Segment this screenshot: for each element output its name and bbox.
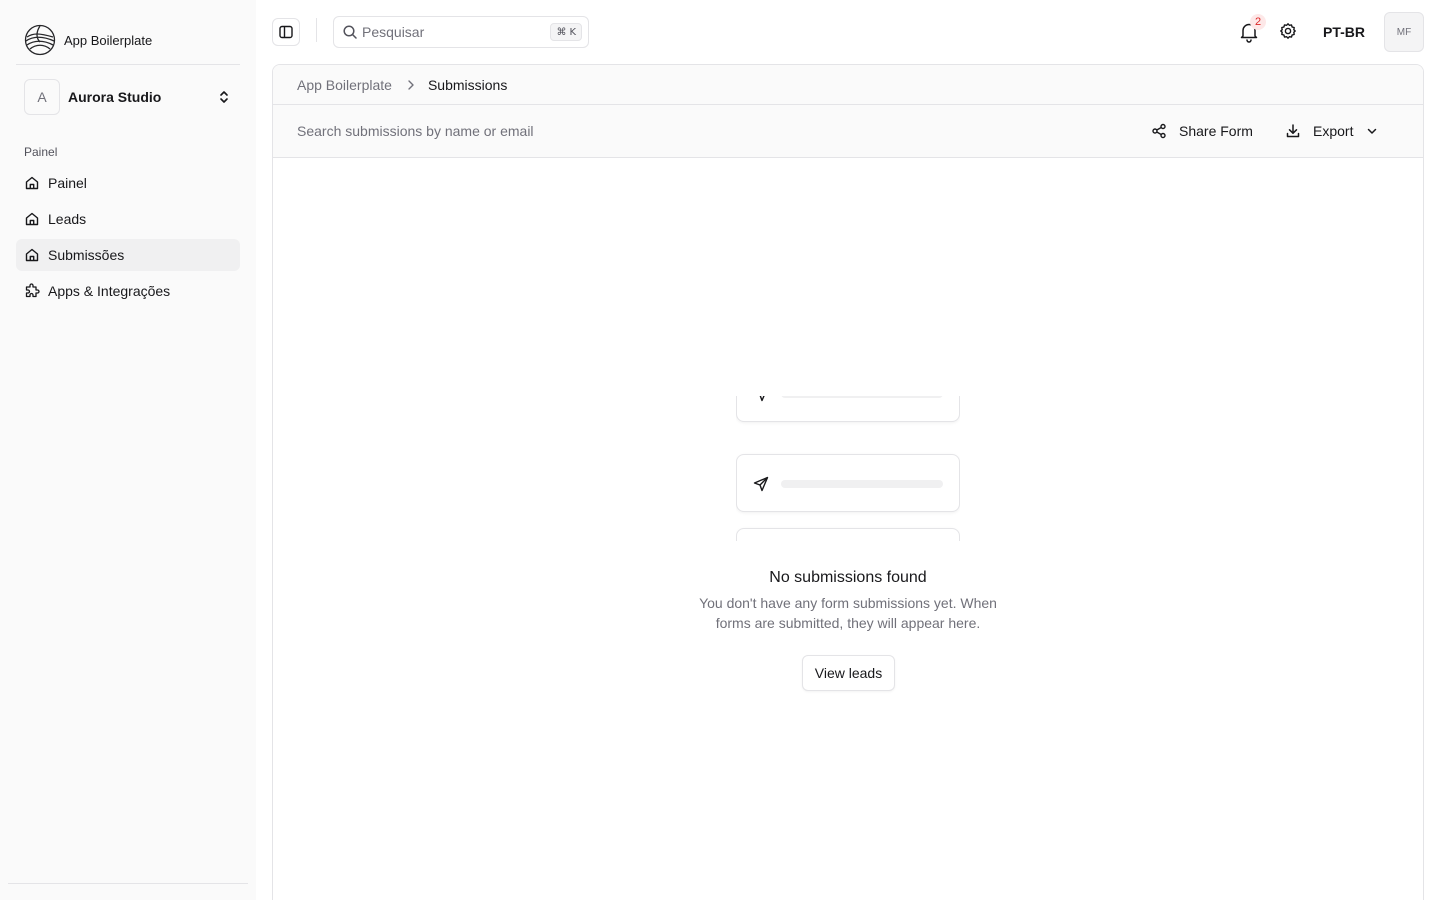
placeholder-card xyxy=(736,528,960,541)
org-avatar: A xyxy=(24,79,60,115)
user-avatar[interactable]: MF xyxy=(1384,12,1424,52)
notification-count-badge: 2 xyxy=(1250,14,1266,30)
share-form-label: Share Form xyxy=(1179,123,1253,139)
brand-name: App Boilerplate xyxy=(64,32,153,48)
settings-gear-icon[interactable] xyxy=(1279,22,1297,40)
sidebar-nav: Painel Leads Submissões Apps & Integraçõ… xyxy=(16,167,240,311)
home-icon xyxy=(25,248,39,262)
sidebar-item-label: Leads xyxy=(48,211,87,227)
send-icon xyxy=(753,476,769,492)
submissions-search-input[interactable] xyxy=(297,123,717,139)
empty-state-title: No submissions found xyxy=(769,569,927,586)
search-icon xyxy=(343,25,357,39)
puzzle-icon xyxy=(25,283,40,298)
breadcrumb: App Boilerplate Submissions xyxy=(273,65,1423,105)
placeholder-bar xyxy=(781,396,943,398)
chevron-right-icon xyxy=(408,79,414,90)
sidebar-item-leads[interactable]: Leads xyxy=(16,203,240,235)
search-shortcut-hint: ⌘ K xyxy=(550,23,582,41)
sidebar-item-painel[interactable]: Painel xyxy=(16,167,240,199)
sidebar-item-apps-integracoes[interactable]: Apps & Integrações xyxy=(16,275,240,307)
sidebar-footer-divider xyxy=(8,883,248,884)
placeholder-card xyxy=(736,396,960,422)
empty-state-description: You don't have any form submissions yet.… xyxy=(699,595,997,631)
org-switcher[interactable]: A Aurora Studio xyxy=(16,76,240,118)
sidebar-toggle-button[interactable] xyxy=(272,18,300,46)
org-name: Aurora Studio xyxy=(68,89,162,105)
sidebar-item-label: Painel xyxy=(48,175,87,191)
home-icon xyxy=(25,176,39,190)
shortcut-key: K xyxy=(569,26,576,38)
share-form-button[interactable]: Share Form xyxy=(1151,117,1253,145)
language-switcher[interactable]: PT-BR xyxy=(1314,18,1374,46)
sidebar-item-submissoes[interactable]: Submissões xyxy=(16,239,240,271)
topbar-separator xyxy=(316,18,317,42)
breadcrumb-root-link[interactable]: App Boilerplate xyxy=(297,77,392,93)
brand[interactable]: App Boilerplate xyxy=(24,24,152,56)
home-icon xyxy=(25,212,39,226)
command-key-icon: ⌘ xyxy=(556,26,567,38)
chevron-down-icon xyxy=(1368,128,1377,134)
global-search[interactable]: ⌘ K xyxy=(333,16,589,48)
sidebar-item-label: Submissões xyxy=(48,247,125,263)
sidebar-item-label: Apps & Integrações xyxy=(48,283,171,299)
send-icon xyxy=(759,396,765,402)
main-panel: App Boilerplate Submissions Share Form xyxy=(272,64,1424,900)
app-root: App Boilerplate A Aurora Studio Painel P… xyxy=(0,0,1440,900)
download-icon xyxy=(1286,124,1300,138)
export-label: Export xyxy=(1313,123,1354,139)
panel-left-icon xyxy=(279,25,293,39)
nav-section-label: Painel xyxy=(24,145,58,159)
breadcrumb-current: Submissions xyxy=(427,76,508,93)
search-input[interactable] xyxy=(362,24,542,40)
view-leads-button[interactable]: View leads xyxy=(802,655,895,691)
placeholder-card xyxy=(736,454,960,512)
brand-logo-icon xyxy=(24,24,56,56)
placeholder-bar xyxy=(781,480,943,488)
chevrons-up-down-icon xyxy=(220,91,228,103)
sidebar-divider xyxy=(16,64,240,65)
empty-state-illustration xyxy=(736,396,960,541)
export-button[interactable]: Export xyxy=(1285,117,1379,145)
share-icon xyxy=(1152,123,1166,139)
sidebar: App Boilerplate A Aurora Studio Painel P… xyxy=(0,0,256,900)
